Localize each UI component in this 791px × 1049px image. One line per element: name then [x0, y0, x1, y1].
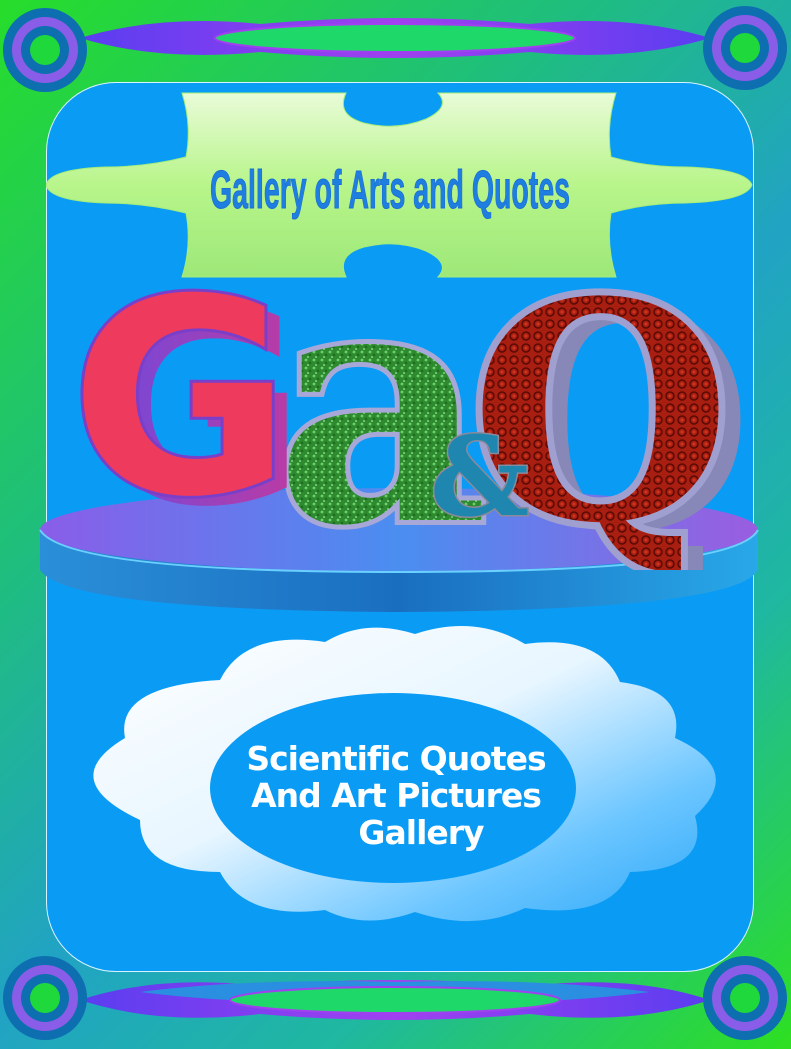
tagline-line-3: Gallery [358, 813, 484, 852]
tagline: Scientific Quotes And Art Pictures Galle… [212, 740, 580, 851]
gaq-logo: Q Q a G G & [67, 270, 753, 570]
tagline-line-2: And Art Pictures [251, 776, 542, 815]
logo-letter-g: G [70, 270, 292, 556]
top-banner [80, 18, 710, 58]
cover-page: Gallery of Arts and Quotes Q Q a G G & S… [0, 0, 791, 1049]
title-banner: Gallery of Arts and Quotes [210, 160, 571, 221]
logo-ampersand: & [430, 412, 529, 541]
tagline-line-1: Scientific Quotes [246, 739, 546, 778]
bottom-banner-inner-ellipse [229, 986, 561, 1014]
top-banner-inner-ellipse [214, 23, 576, 53]
gallery-title: Gallery of Arts and Quotes [210, 160, 570, 220]
bottom-banner [80, 980, 710, 1020]
